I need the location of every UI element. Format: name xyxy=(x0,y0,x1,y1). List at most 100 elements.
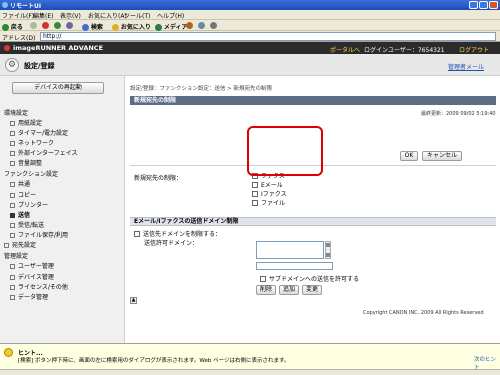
menu-tools[interactable]: ツール(T) xyxy=(124,11,150,20)
option-file[interactable]: ファイル xyxy=(252,198,324,207)
mail-button[interactable] xyxy=(198,22,205,29)
add-button[interactable]: 追加 xyxy=(279,285,299,295)
sidebar-item-function[interactable]: ファンクション設定 xyxy=(4,169,58,178)
sidebar-item-printer[interactable]: プリンター xyxy=(10,200,48,209)
menu-edit[interactable]: 編集(E) xyxy=(33,11,53,20)
hint-body: [検索] ボタン押下時に、画面の左に検索用のダイアログが表示されます。Web ペ… xyxy=(18,358,290,364)
brand-name: imageRUNNER ADVANCE xyxy=(13,44,104,52)
history-icon xyxy=(186,22,193,29)
sidebar-item-timer[interactable]: タイマー/電力設定 xyxy=(10,128,68,137)
portal-link[interactable]: ポータルへ xyxy=(330,45,360,54)
refresh-button[interactable] xyxy=(54,22,61,29)
option-email[interactable]: Eメール xyxy=(252,180,324,189)
sidebar-item-common[interactable]: 共通 xyxy=(10,179,30,188)
cancel-button[interactable]: キャンセル xyxy=(422,151,462,161)
back-button[interactable]: 戻る xyxy=(2,22,23,31)
option-ifax[interactable]: Iファクス xyxy=(252,189,324,198)
logout-link[interactable]: ログアウト xyxy=(459,45,489,54)
home-button[interactable] xyxy=(66,22,73,29)
ie-icon xyxy=(2,2,8,8)
top-bar: imageRUNNER ADVANCE ポータルへ ログインユーザー：76543… xyxy=(0,42,500,54)
domain-input[interactable] xyxy=(256,262,333,270)
media-button[interactable]: メディア xyxy=(155,22,188,31)
sidebar-item-management[interactable]: 管理設定 xyxy=(4,251,28,260)
new-address-limit-label: 新規宛先の制限： xyxy=(134,175,183,182)
section-domain-limit: Eメール/Iファクスの送信ドメイン制限 xyxy=(130,217,496,226)
window-title: リモートUI xyxy=(10,3,42,10)
sidebar-item-device-mgmt[interactable]: デバイス管理 xyxy=(10,272,54,281)
stop-icon xyxy=(42,22,49,29)
restrict-domain-checkbox[interactable] xyxy=(134,230,140,237)
brand-logo-icon xyxy=(4,45,10,51)
panel-title: 新規宛先の制限 xyxy=(130,96,496,105)
menu-view[interactable]: 表示(V) xyxy=(60,11,81,20)
toolbar: 戻る 検索 お気に入り メディア xyxy=(0,20,500,31)
page-top-icon[interactable]: ▲ xyxy=(130,297,137,304)
stop-button[interactable] xyxy=(42,22,49,29)
edit-button[interactable]: 変更 xyxy=(302,285,322,295)
web-page: imageRUNNER ADVANCE ポータルへ ログインユーザー：76543… xyxy=(0,42,500,343)
last-updated: 最終更新：2009 09/02 5:19:40 xyxy=(421,111,496,117)
refresh-icon xyxy=(54,22,61,29)
favorites-button[interactable]: お気に入り xyxy=(112,22,151,31)
menu-favorites[interactable]: お気に入り(A) xyxy=(88,11,127,20)
forward-button[interactable] xyxy=(30,22,37,29)
sidebar-item-user-mgmt[interactable]: ユーザー管理 xyxy=(10,261,54,270)
forward-icon xyxy=(30,22,37,29)
delete-button[interactable]: 削除 xyxy=(256,285,276,295)
subdomain-option[interactable]: サブドメインへの送信を許可する xyxy=(260,274,359,283)
history-button[interactable] xyxy=(186,22,193,29)
status-bar xyxy=(0,369,500,375)
address-field[interactable]: http:// xyxy=(40,32,496,41)
restrict-domain-option[interactable]: 送信先ドメインを制限する： xyxy=(134,229,221,238)
sidebar-item-file-store[interactable]: ファイル保存/利用 xyxy=(10,230,68,239)
page-title: 設定/登録 xyxy=(24,62,55,70)
sidebar-item-volume[interactable]: 音量調整 xyxy=(10,158,42,167)
sidebar-item-paper[interactable]: 用紙設定 xyxy=(10,118,42,127)
sidebar-item-network[interactable]: ネットワーク xyxy=(10,138,54,147)
login-user: ログインユーザー：7654321 xyxy=(364,47,445,54)
sidebar-item-data-mgmt[interactable]: データ管理 xyxy=(10,292,48,301)
search-button[interactable]: 検索 xyxy=(82,22,103,31)
menu-help[interactable]: ヘルプ(H) xyxy=(157,11,184,20)
email-checkbox[interactable] xyxy=(252,181,258,188)
breadcrumb: 設定/登録：ファンクション設定：送信 > 新規宛先の制限 xyxy=(130,86,272,92)
sidebar-item-send[interactable]: 送信 xyxy=(10,210,30,219)
home-icon xyxy=(66,22,73,29)
limit-options: ファクス Eメール Iファクス ファイル xyxy=(252,171,324,216)
sidebar-item-license[interactable]: ライセンス/その他 xyxy=(10,282,68,291)
window-titlebar: リモートUI xyxy=(0,0,500,10)
search-icon xyxy=(82,24,89,31)
file-checkbox[interactable] xyxy=(252,199,258,206)
sidebar-item-interface[interactable]: 外部インターフェイス xyxy=(10,148,77,157)
sidebar-item-receive[interactable]: 受信/転送 xyxy=(10,220,44,229)
sidebar-item-address[interactable]: 宛先設定 xyxy=(4,240,36,249)
menubar: ファイル(F) 編集(E) 表示(V) お気に入り(A) ツール(T) ヘルプ(… xyxy=(0,10,500,20)
admin-mail-link[interactable]: 管理者メール xyxy=(448,62,484,71)
address-label: アドレス(D) xyxy=(2,35,36,42)
sidebar-item-environment[interactable]: 環境設定 xyxy=(4,108,28,117)
ifax-checkbox[interactable] xyxy=(252,190,258,197)
gear-icon: ⚙ xyxy=(5,58,19,72)
hint-panel: ヒント... [検索] ボタン押下時に、画面の左に検索用のダイアログが表示されま… xyxy=(0,343,500,371)
allowed-domain-label: 送信許可ドメイン： xyxy=(144,240,199,247)
mail-icon xyxy=(198,22,205,29)
menu-file[interactable]: ファイル(F) xyxy=(2,11,34,20)
sidebar-item-copy[interactable]: コピー xyxy=(10,190,36,199)
allowed-domain-list[interactable] xyxy=(256,241,324,259)
device-restart-button[interactable]: デバイスの再起動 xyxy=(12,82,104,94)
subdomain-checkbox[interactable] xyxy=(260,275,266,282)
main-content: 設定/登録：ファンクション設定：送信 > 新規宛先の制限 新規宛先の制限 最終更… xyxy=(126,76,500,343)
close-button[interactable] xyxy=(489,1,498,9)
page-header: ⚙ 設定/登録 管理者メール xyxy=(0,54,500,76)
print-icon xyxy=(210,22,217,29)
highlight-box xyxy=(247,126,323,176)
minimize-button[interactable] xyxy=(469,1,478,9)
domain-list-scrollbar[interactable] xyxy=(325,241,331,259)
star-icon xyxy=(112,24,119,31)
print-button[interactable] xyxy=(210,22,217,29)
copyright: Copyright CANON INC. 2009 All Rights Res… xyxy=(363,310,484,316)
ok-button[interactable]: OK xyxy=(400,151,418,161)
sidebar: デバイスの再起動 環境設定 用紙設定 タイマー/電力設定 ネットワーク 外部イン… xyxy=(0,76,125,343)
maximize-button[interactable] xyxy=(479,1,488,9)
